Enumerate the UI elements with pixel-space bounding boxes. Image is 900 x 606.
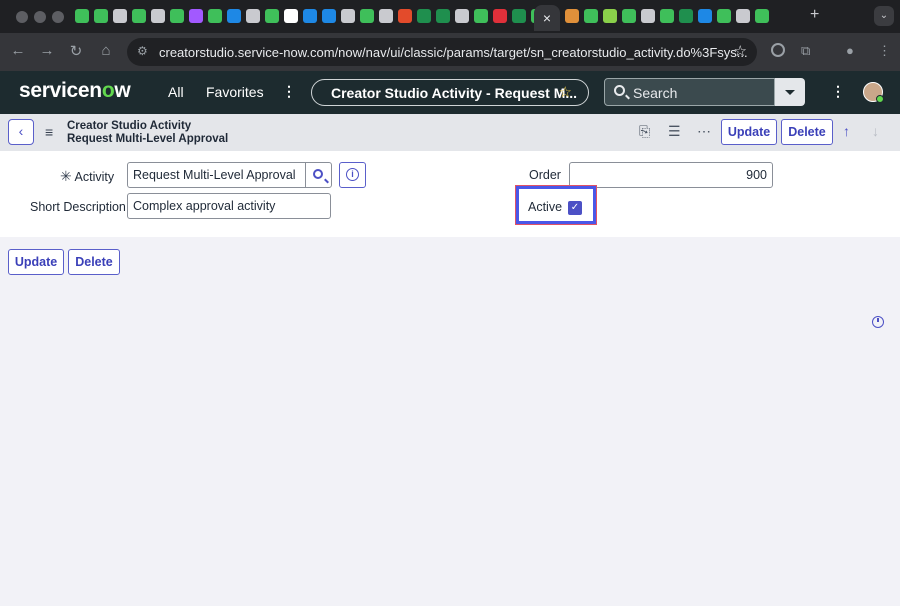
- tab-favicon-icon[interactable]: [398, 9, 412, 23]
- tab-favicon-icon[interactable]: [436, 9, 450, 23]
- tab-favicon-icon[interactable]: [208, 9, 222, 23]
- tab-favicon-icon[interactable]: [132, 9, 146, 23]
- search-placeholder: Search: [633, 85, 678, 101]
- forward-arrow-icon[interactable]: →: [37, 42, 57, 59]
- presence-dot: [876, 95, 884, 103]
- activity-label: ✳ Activity: [60, 168, 115, 184]
- tab-favicon-icon[interactable]: [360, 9, 374, 23]
- tab-favicon-icon[interactable]: [622, 9, 636, 23]
- next-record-arrow-icon[interactable]: ↓: [872, 123, 879, 139]
- context-pill-label: Creator Studio Activity - Request M...: [331, 85, 578, 101]
- order-field[interactable]: 900: [569, 162, 773, 188]
- tab-favicon-icon[interactable]: [717, 9, 731, 23]
- search-scope-dropdown[interactable]: [775, 78, 805, 106]
- puzzle-extensions-icon[interactable]: ⧉: [801, 43, 810, 59]
- tab-favicon-icon[interactable]: [341, 9, 355, 23]
- form-body: ✳ Activity Request Multi-Level Approval …: [0, 151, 900, 237]
- tab-search-button[interactable]: ⌄: [874, 6, 894, 26]
- short-description-field[interactable]: Complex approval activity: [127, 193, 331, 219]
- activity-lookup-button[interactable]: [305, 162, 332, 188]
- activity-info-button[interactable]: i: [339, 162, 366, 188]
- header-delete-button[interactable]: Delete: [781, 119, 833, 145]
- tab-favicon-icon[interactable]: [379, 9, 393, 23]
- tab-favicon-icon[interactable]: [698, 9, 712, 23]
- footer-delete-button[interactable]: Delete: [68, 249, 120, 275]
- tab-favicon-icon[interactable]: [265, 9, 279, 23]
- window-minimize-dot[interactable]: [34, 11, 46, 23]
- tab-favicon-icon[interactable]: [512, 9, 526, 23]
- form-context-menu-icon[interactable]: ≡: [45, 124, 53, 140]
- more-options-icon[interactable]: ⋯: [697, 123, 711, 140]
- tab-favicon-icon[interactable]: [189, 9, 203, 23]
- more-menu-icon[interactable]: ⋮: [282, 83, 296, 100]
- activity-field[interactable]: Request Multi-Level Approval: [127, 162, 306, 188]
- window-close-dot[interactable]: [16, 11, 28, 23]
- tab-favicon-icon[interactable]: [170, 9, 184, 23]
- tab-favicon-icon[interactable]: [227, 9, 241, 23]
- site-settings-icon[interactable]: ⚙: [137, 44, 148, 58]
- tab-favicon-icon[interactable]: [474, 9, 488, 23]
- tab-favicon-icon[interactable]: [284, 9, 298, 23]
- search-icon: [614, 85, 625, 96]
- browser-tab-bar: × + ⌄: [0, 0, 900, 33]
- servicenow-header: servicenow All Favorites ⋮ Creator Studi…: [0, 71, 900, 114]
- tab-favicon-icon[interactable]: [113, 9, 127, 23]
- form-title-record: Request Multi-Level Approval: [67, 133, 229, 145]
- address-bar[interactable]: ⚙ creatorstudio.service-now.com/now/nav/…: [127, 38, 757, 66]
- tab-favicon-icon[interactable]: [565, 9, 579, 23]
- nav-favorites[interactable]: Favorites: [206, 84, 264, 100]
- attachment-icon[interactable]: ⎘: [639, 123, 650, 140]
- tab-favicon-icon[interactable]: [755, 9, 769, 23]
- reload-icon[interactable]: ↻: [66, 42, 86, 60]
- tab-favicon-icon[interactable]: [455, 9, 469, 23]
- active-tab-close-icon[interactable]: ×: [534, 5, 560, 31]
- url-text: creatorstudio.service-now.com/now/nav/ui…: [159, 45, 748, 60]
- tab-favicon-icon[interactable]: [584, 9, 598, 23]
- tab-favicon-icon[interactable]: [322, 9, 336, 23]
- tab-favicon-icon[interactable]: [246, 9, 260, 23]
- active-label: Active: [528, 200, 563, 214]
- tab-favicon-icon[interactable]: [493, 9, 507, 23]
- tab-favicon-icon[interactable]: [603, 9, 617, 23]
- header-more-icon[interactable]: ⋮: [831, 83, 845, 100]
- browser-menu-icon[interactable]: ⋮: [878, 43, 891, 59]
- tab-favicon-icon[interactable]: [151, 9, 165, 23]
- nav-all[interactable]: All: [168, 84, 184, 100]
- header-update-button[interactable]: Update: [721, 119, 777, 145]
- short-description-label: Short Description: [30, 200, 126, 214]
- favorite-star-icon[interactable]: ☆: [559, 83, 572, 101]
- extension-icon[interactable]: [771, 43, 785, 57]
- global-search-input[interactable]: Search: [604, 78, 775, 106]
- tab-favicon-icon[interactable]: [94, 9, 108, 23]
- tab-favicon-icon[interactable]: [641, 9, 655, 23]
- required-asterisk-icon: ✳: [60, 168, 72, 184]
- footer-update-button[interactable]: Update: [8, 249, 64, 275]
- profile-icon[interactable]: ●: [846, 43, 854, 58]
- new-tab-button[interactable]: +: [810, 6, 819, 24]
- context-pill[interactable]: Creator Studio Activity - Request M... ☆: [311, 79, 589, 106]
- info-icon: i: [346, 168, 359, 181]
- tab-favicon-icon[interactable]: [679, 9, 693, 23]
- order-label: Order: [529, 168, 561, 182]
- tab-favicon-icon[interactable]: [660, 9, 674, 23]
- back-arrow-icon[interactable]: ←: [8, 42, 28, 59]
- lookup-search-icon: [313, 169, 323, 179]
- window-zoom-dot[interactable]: [52, 11, 64, 23]
- bookmark-star-icon[interactable]: ☆: [734, 42, 747, 60]
- browser-toolbar: ← → ↻ ⌂ ⚙ creatorstudio.service-now.com/…: [0, 33, 900, 71]
- form-back-button[interactable]: ‹: [8, 119, 34, 145]
- form-title-table: Creator Studio Activity: [67, 120, 192, 132]
- active-checkbox[interactable]: ✓: [568, 201, 582, 215]
- form-header-bar: ‹ ≡ Creator Studio Activity Request Mult…: [0, 114, 900, 151]
- home-icon[interactable]: ⌂: [96, 42, 116, 59]
- response-time-icon[interactable]: [872, 316, 884, 328]
- tab-favicon-icon[interactable]: [736, 9, 750, 23]
- tab-favicon-icon[interactable]: [75, 9, 89, 23]
- personalize-form-icon[interactable]: ☰: [668, 123, 681, 140]
- tab-favicon-icon[interactable]: [303, 9, 317, 23]
- form-title: Creator Studio Activity Request Multi-Le…: [67, 120, 228, 146]
- tab-favicon-icon[interactable]: [417, 9, 431, 23]
- servicenow-logo[interactable]: servicenow: [19, 79, 131, 103]
- previous-record-arrow-icon[interactable]: ↑: [843, 123, 850, 139]
